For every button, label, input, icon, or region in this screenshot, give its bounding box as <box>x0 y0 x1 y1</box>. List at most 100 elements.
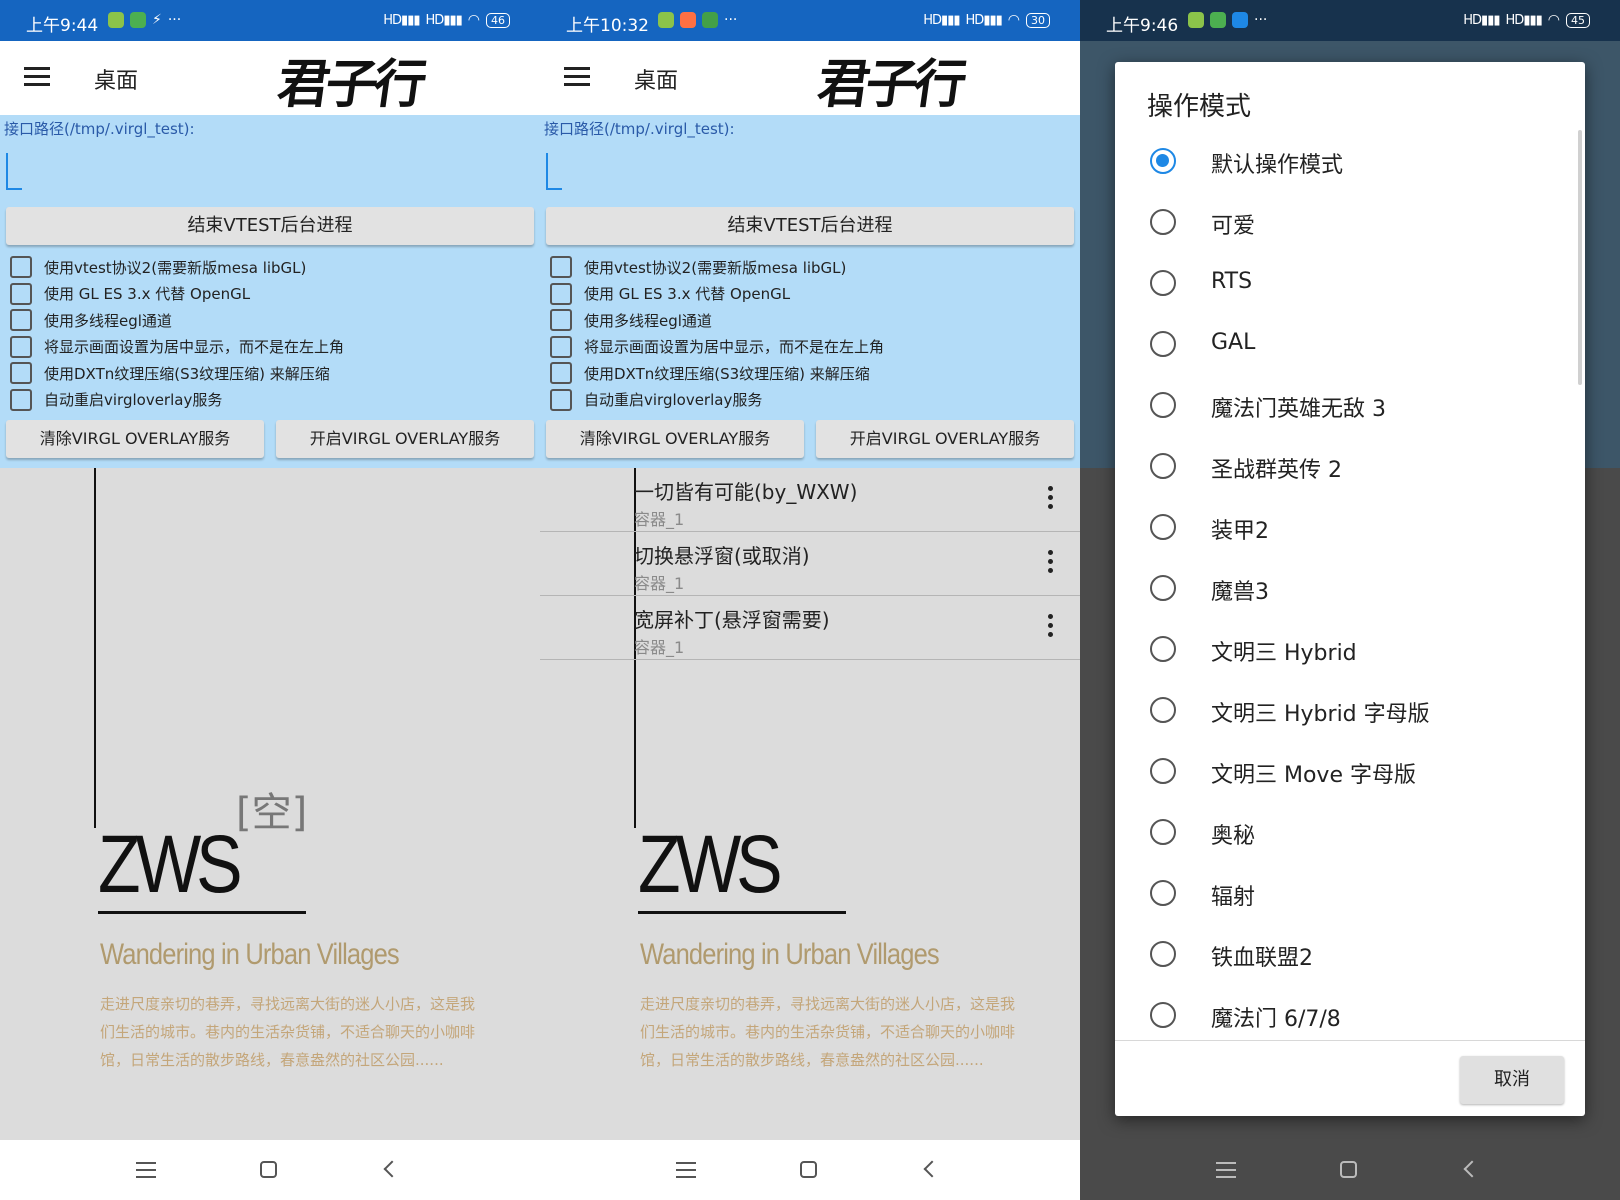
mi-icon <box>680 12 696 28</box>
home-icon[interactable] <box>260 1161 277 1178</box>
option-label: 铁血联盟2 <box>1211 946 1313 971</box>
checkbox[interactable] <box>550 362 572 385</box>
system-nav-bar <box>1080 1140 1620 1200</box>
dialog-title: 操作模式 <box>1147 92 1252 122</box>
checkbox[interactable] <box>10 309 32 332</box>
notification-icons: ⚡ ··· <box>108 12 181 28</box>
radio-button[interactable] <box>1150 514 1176 540</box>
radio-button[interactable] <box>1150 697 1176 723</box>
recents-icon[interactable] <box>1216 1162 1236 1178</box>
radio-button[interactable] <box>1150 758 1176 784</box>
radio-button[interactable] <box>1150 636 1176 662</box>
virgl-settings-form: 接口路径(/tmp/.virgl_test): 结束VTEST后台进程 使用vt… <box>0 115 540 468</box>
checkbox[interactable] <box>550 335 572 358</box>
checkbox[interactable] <box>10 388 32 411</box>
status-time: 上午9:44 <box>26 16 99 36</box>
mode-option[interactable]: 铁血联盟2 <box>1115 923 1585 986</box>
recents-icon[interactable] <box>676 1162 696 1178</box>
radio-button[interactable] <box>1150 453 1176 479</box>
menu-icon[interactable] <box>564 67 590 87</box>
list-item[interactable]: 宽屏补丁(悬浮窗需要) 容器_1 <box>540 596 1080 660</box>
checkbox[interactable] <box>10 362 32 385</box>
menu-icon[interactable] <box>24 67 50 87</box>
list-item[interactable]: 切换悬浮窗(或取消) 容器_1 <box>540 532 1080 596</box>
clear-overlay-button[interactable]: 清除VIRGL OVERLAY服务 <box>6 420 264 458</box>
checkbox-row[interactable]: 使用vtest协议2(需要新版mesa libGL) <box>550 254 884 281</box>
radio-button[interactable] <box>1150 880 1176 906</box>
radio-button[interactable] <box>1150 270 1176 296</box>
start-overlay-button[interactable]: 开启VIRGL OVERLAY服务 <box>816 420 1074 458</box>
checkbox-row[interactable]: 使用DXTn纹理压缩(S3纹理压缩) 来解压缩 <box>10 360 344 387</box>
toolbar-title: 桌面 <box>634 69 679 94</box>
radio-button[interactable] <box>1150 331 1176 357</box>
mode-option[interactable]: 魔兽3 <box>1115 557 1585 620</box>
option-label: 魔法门英雄无敌 3 <box>1211 397 1386 422</box>
mode-option[interactable]: GAL <box>1115 313 1585 376</box>
mode-option-list[interactable]: 默认操作模式 可爱 RTS GAL 魔法门英雄无敌 3 圣战群英传 2 装甲2 … <box>1115 130 1585 1034</box>
mode-option[interactable]: 可爱 <box>1115 191 1585 254</box>
more-vert-icon[interactable] <box>1045 486 1055 516</box>
radio-button[interactable] <box>1150 575 1176 601</box>
checkbox-row[interactable]: 使用DXTn纹理压缩(S3纹理压缩) 来解压缩 <box>550 360 884 387</box>
more-vert-icon[interactable] <box>1045 550 1055 580</box>
mode-option[interactable]: 默认操作模式 <box>1115 130 1585 193</box>
mode-option[interactable]: 文明三 Hybrid 字母版 <box>1115 679 1585 742</box>
checkbox-row[interactable]: 自动重启virgloverlay服务 <box>10 387 344 414</box>
screen-3: 上午9:46 ··· HD▮▮▮ HD▮▮▮ ◠ 45 操作模式 默认操作模式 … <box>1080 0 1620 1200</box>
radio-button[interactable] <box>1150 392 1176 418</box>
mode-option[interactable]: 圣战群英传 2 <box>1115 435 1585 498</box>
radio-button[interactable] <box>1150 941 1176 967</box>
home-icon[interactable] <box>1340 1161 1357 1178</box>
checkbox[interactable] <box>10 335 32 358</box>
checkbox-row[interactable]: 将显示画面设置为居中显示，而不是在左上角 <box>550 334 884 361</box>
path-input[interactable] <box>546 153 1056 193</box>
mode-option[interactable]: 辐射 <box>1115 862 1585 925</box>
wallpaper-underline <box>638 911 846 914</box>
start-overlay-button[interactable]: 开启VIRGL OVERLAY服务 <box>276 420 534 458</box>
back-icon[interactable] <box>1463 1160 1481 1178</box>
mode-option[interactable]: 装甲2 <box>1115 496 1585 559</box>
checkbox-row[interactable]: 使用 GL ES 3.x 代替 OpenGL <box>10 281 344 308</box>
checkbox[interactable] <box>10 256 32 279</box>
checkbox-row[interactable]: 使用vtest协议2(需要新版mesa libGL) <box>10 254 344 281</box>
stop-vtest-button[interactable]: 结束VTEST后台进程 <box>546 207 1074 245</box>
back-icon[interactable] <box>383 1160 401 1178</box>
more-vert-icon[interactable] <box>1045 614 1055 644</box>
scrollbar[interactable] <box>1578 130 1582 385</box>
checkbox[interactable] <box>550 388 572 411</box>
mode-option[interactable]: 文明三 Hybrid <box>1115 618 1585 681</box>
mode-option[interactable]: 魔法门英雄无敌 3 <box>1115 374 1585 437</box>
wifi-icon: ◠ <box>1007 12 1020 28</box>
checkbox-row[interactable]: 将显示画面设置为居中显示，而不是在左上角 <box>10 334 344 361</box>
checkbox-row[interactable]: 自动重启virgloverlay服务 <box>550 387 884 414</box>
list-item[interactable]: 一切皆有可能(by_WXW) 容器_1 <box>540 468 1080 532</box>
checkbox[interactable] <box>10 282 32 305</box>
path-input[interactable] <box>6 153 516 193</box>
system-nav-bar <box>0 1140 540 1200</box>
mode-option[interactable]: 魔法门 6/7/8 <box>1115 984 1585 1034</box>
mode-option[interactable]: 奥秘 <box>1115 801 1585 864</box>
mode-option[interactable]: RTS <box>1115 252 1585 315</box>
checkbox[interactable] <box>550 282 572 305</box>
radio-button-checked[interactable] <box>1150 148 1176 174</box>
home-icon[interactable] <box>800 1161 817 1178</box>
radio-button[interactable] <box>1150 1002 1176 1028</box>
status-bar: 上午10:32 ··· HD▮▮▮ HD▮▮▮ ◠ 30 <box>540 0 1080 41</box>
clear-overlay-button[interactable]: 清除VIRGL OVERLAY服务 <box>546 420 804 458</box>
mode-option[interactable]: 文明三 Move 字母版 <box>1115 740 1585 803</box>
cancel-button[interactable]: 取消 <box>1460 1056 1564 1104</box>
checkbox-row[interactable]: 使用多线程egl通道 <box>550 307 884 334</box>
checkbox-label: 使用DXTn纹理压缩(S3纹理压缩) 来解压缩 <box>44 364 330 383</box>
checkbox-label: 使用多线程egl通道 <box>44 311 172 330</box>
checkbox[interactable] <box>550 256 572 279</box>
radio-button[interactable] <box>1150 819 1176 845</box>
stop-vtest-button[interactable]: 结束VTEST后台进程 <box>6 207 534 245</box>
text-cursor-handle <box>6 188 22 190</box>
radio-button[interactable] <box>1150 209 1176 235</box>
back-icon[interactable] <box>923 1160 941 1178</box>
checkbox-row[interactable]: 使用多线程egl通道 <box>10 307 344 334</box>
text-cursor-handle <box>546 188 562 190</box>
checkbox[interactable] <box>550 309 572 332</box>
checkbox-row[interactable]: 使用 GL ES 3.x 代替 OpenGL <box>550 281 884 308</box>
recents-icon[interactable] <box>136 1162 156 1178</box>
